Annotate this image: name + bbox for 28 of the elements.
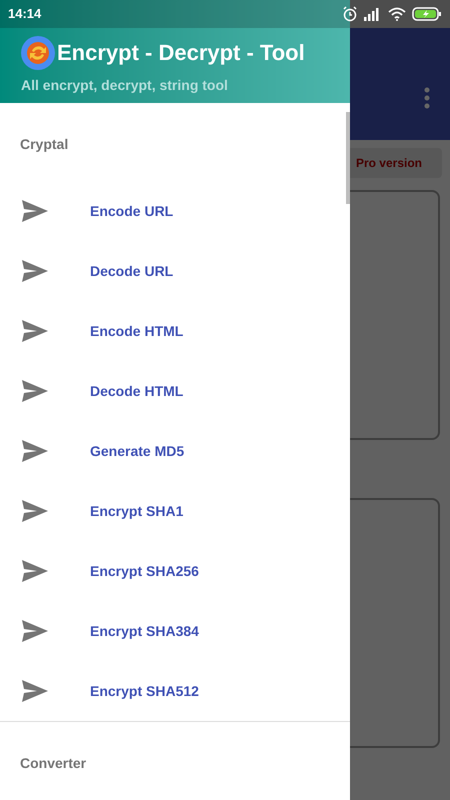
app-logo-icon (21, 36, 55, 70)
menu-item[interactable]: Encrypt SHA512 (0, 661, 350, 721)
menu-item[interactable]: Decode HTML (0, 361, 350, 421)
menu-item[interactable]: Encode HTML (0, 301, 350, 361)
menu-item[interactable]: Encode URL (0, 181, 350, 241)
send-icon (22, 380, 48, 402)
app-subtitle: All encrypt, decrypt, string tool (21, 76, 229, 95)
section-header: Cryptal (20, 134, 68, 154)
battery-charging-icon (412, 7, 442, 21)
menu-item[interactable]: Decode URL (0, 241, 350, 301)
send-icon (22, 200, 48, 222)
send-icon (22, 560, 48, 582)
send-icon (22, 260, 48, 282)
more-icon[interactable] (424, 87, 430, 109)
menu-item[interactable]: Encrypt SHA384 (0, 601, 350, 661)
alarm-icon (342, 6, 358, 22)
send-icon (22, 500, 48, 522)
menu-item[interactable]: Generate MD5 (0, 421, 350, 481)
status-time: 14:14 (8, 5, 42, 24)
send-icon (22, 320, 48, 342)
wifi-icon (388, 7, 406, 21)
send-icon (22, 680, 48, 702)
menu-item[interactable]: Encrypt SHA256 (0, 541, 350, 601)
send-icon (22, 620, 48, 642)
app-title: Encrypt - Decrypt - Tool (57, 42, 305, 64)
send-icon (22, 440, 48, 462)
section-header: Converter (20, 754, 86, 772)
menu-item[interactable]: Encrypt SHA1 (0, 481, 350, 541)
